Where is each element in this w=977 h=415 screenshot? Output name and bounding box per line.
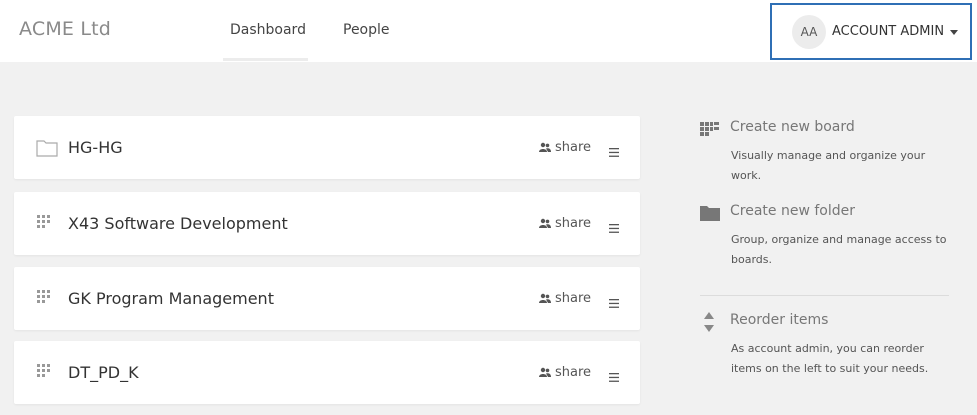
create-board-link[interactable]: Create new board: [730, 119, 855, 135]
hamburger-menu-icon[interactable]: [609, 367, 619, 386]
users-icon: [539, 367, 551, 377]
list-item[interactable]: DT_PD_K share: [14, 341, 640, 404]
nav-dashboard[interactable]: Dashboard: [230, 22, 306, 38]
item-title[interactable]: GK Program Management: [68, 289, 274, 308]
hamburger-menu-icon[interactable]: [609, 293, 619, 312]
hamburger-menu-icon[interactable]: [609, 218, 619, 237]
drag-handle-icon[interactable]: [36, 363, 52, 383]
reorder-link[interactable]: Reorder items: [730, 312, 828, 328]
share-label: share: [555, 216, 592, 231]
sidebar-divider: [700, 295, 949, 296]
drag-handle-icon[interactable]: [36, 214, 52, 234]
create-board-description: Visually manage and organize your work.: [731, 149, 926, 182]
item-title[interactable]: X43 Software Development: [68, 214, 288, 233]
avatar: AA: [792, 15, 826, 49]
share-button[interactable]: share: [539, 365, 591, 380]
reorder-arrows-icon: [704, 312, 714, 336]
item-title[interactable]: DT_PD_K: [68, 363, 139, 382]
brand-logo[interactable]: ACME Ltd: [19, 18, 111, 40]
folder-icon: [36, 138, 58, 162]
users-icon: [539, 142, 551, 152]
item-title[interactable]: HG-HG: [68, 138, 123, 157]
share-label: share: [555, 140, 592, 155]
nav-people[interactable]: People: [343, 22, 390, 38]
create-folder-description: Group, organize and manage access to boa…: [731, 233, 947, 266]
list-item[interactable]: X43 Software Development share: [14, 192, 640, 255]
nav-active-indicator: [223, 58, 308, 61]
share-label: share: [555, 365, 592, 380]
hamburger-menu-icon[interactable]: [609, 142, 619, 161]
create-folder-link[interactable]: Create new folder: [730, 203, 855, 219]
account-label: ACCOUNT ADMIN: [832, 24, 945, 39]
share-button[interactable]: share: [539, 216, 591, 231]
account-menu-button[interactable]: AA ACCOUNT ADMIN: [770, 3, 972, 60]
users-icon: [539, 293, 551, 303]
share-button[interactable]: share: [539, 291, 591, 306]
caret-down-icon: [950, 30, 958, 35]
list-item[interactable]: GK Program Management share: [14, 267, 640, 330]
share-button[interactable]: share: [539, 140, 591, 155]
drag-handle-icon[interactable]: [36, 289, 52, 309]
folder-icon: [700, 205, 720, 225]
top-bar: ACME Ltd Dashboard People AA ACCOUNT ADM…: [0, 0, 977, 62]
share-label: share: [555, 291, 592, 306]
users-icon: [539, 218, 551, 228]
reorder-description: As account admin, you can reorder items …: [731, 342, 929, 375]
board-icon: [700, 121, 719, 140]
list-item[interactable]: HG-HG share: [14, 116, 640, 179]
